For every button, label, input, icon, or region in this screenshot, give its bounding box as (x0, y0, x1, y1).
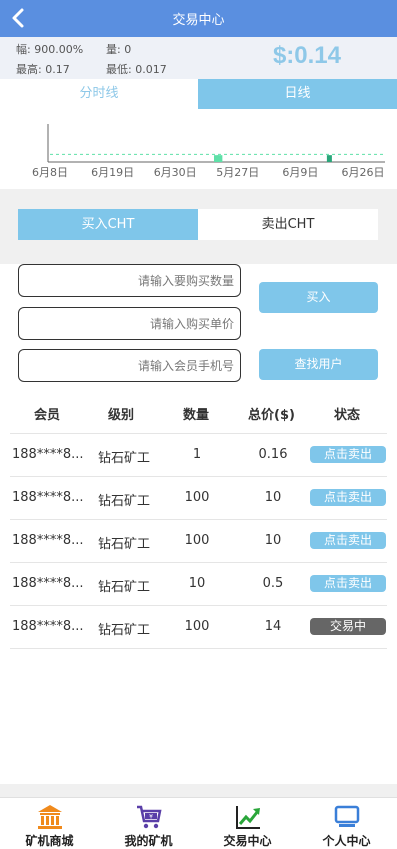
trade-tabs: 买入CHT 卖出CHT (18, 209, 378, 240)
chart-svg: 6月8日 6月19日 6月30日 5月27日 6月9日 6月26日 (32, 124, 385, 179)
unit-price-input[interactable] (18, 307, 241, 340)
page-title: 交易中心 (172, 13, 225, 28)
tab-sell[interactable]: 卖出CHT (198, 209, 378, 240)
nav-label: 交易中心 (223, 834, 272, 848)
table-row: 188****8... 钻石矿工 10 0.5 点击卖出 (10, 562, 387, 605)
x-tick-label: 6月26日 (342, 166, 385, 179)
col-header-member: 会员 (34, 408, 61, 423)
quantity-cell: 1 (192, 447, 202, 462)
member-cell: 188****8... (12, 533, 84, 548)
quantity-cell: 10 (188, 576, 206, 591)
member-cell: 188****8... (12, 619, 84, 634)
spacer (0, 189, 397, 209)
high-stat: 最高: 0.17 (16, 63, 70, 76)
sell-button[interactable]: 点击卖出 (310, 575, 386, 592)
monitor-icon (334, 805, 360, 827)
table-row: 188****8... 钻石矿工 100 10 点击卖出 (10, 519, 387, 562)
total-cell: 14 (264, 619, 282, 634)
member-cell: 188****8... (12, 576, 84, 591)
market-stats: 幅: 900.00% 量: 0 最高: 0.17 最低: 0.017 $:0.1… (0, 37, 397, 79)
low-stat: 最低: 0.017 (106, 63, 167, 76)
volume-stat: 量: 0 (106, 43, 132, 56)
x-tick-label: 6月8日 (32, 166, 68, 179)
bank-icon (38, 805, 62, 829)
chart-bar (326, 155, 332, 162)
col-header-status: 状态 (334, 408, 361, 423)
nav-trade-center[interactable]: 交易中心 (198, 798, 297, 849)
x-tick-label: 6月19日 (91, 166, 134, 179)
level-cell: 钻石矿工 (98, 580, 151, 595)
total-cell: 10 (264, 490, 282, 505)
member-phone-input[interactable] (18, 349, 241, 382)
total-cell: 0.5 (262, 576, 284, 591)
sell-button[interactable]: 点击卖出 (310, 532, 386, 549)
table-row: 188****8... 钻石矿工 100 10 点击卖出 (10, 476, 387, 519)
nav-label: 个人中心 (322, 834, 371, 848)
top-bar: 交易中心 (0, 0, 397, 37)
x-tick-label: 6月30日 (154, 166, 197, 179)
change-stat: 幅: 900.00% (16, 43, 84, 56)
quantity-input[interactable] (18, 264, 241, 297)
table-row: 188****8... 钻石矿工 1 0.16 点击卖出 (10, 433, 387, 476)
level-cell: 钻石矿工 (98, 451, 151, 466)
level-cell: 钻石矿工 (98, 623, 151, 638)
nav-my-miners[interactable]: ¥ 我的矿机 (99, 798, 198, 849)
total-cell: 10 (264, 533, 282, 548)
price-chart: 6月8日 6月19日 6月30日 5月27日 6月9日 6月26日 (0, 109, 397, 189)
x-tick-label: 5月27日 (216, 166, 259, 179)
find-user-button[interactable]: 查找用户 (259, 349, 378, 380)
quantity-cell: 100 (184, 490, 210, 505)
tab-daily[interactable]: 日线 (198, 79, 397, 109)
nav-label: 我的矿机 (124, 834, 173, 848)
trend-chart-icon (236, 806, 260, 829)
current-price: $:0.14 (272, 42, 341, 69)
bottom-nav: 矿机商城 ¥ 我的矿机 交易中心 个人中心 (0, 797, 397, 849)
nav-personal-center[interactable]: 个人中心 (297, 798, 396, 849)
member-cell: 188****8... (12, 447, 84, 462)
chart-bar (217, 155, 223, 162)
nav-miner-shop[interactable]: 矿机商城 (0, 798, 99, 849)
trading-status-badge: 交易中 (310, 618, 386, 635)
svg-text:¥: ¥ (149, 814, 153, 821)
table-divider (10, 648, 387, 649)
quantity-cell: 100 (184, 619, 210, 634)
buy-button[interactable]: 买入 (259, 282, 378, 313)
trade-panel: 买入 查找用户 会员 级别 数量 总价($) 状态 188****8... 钻石矿… (0, 264, 397, 784)
cart-icon: ¥ (137, 805, 162, 829)
sell-button[interactable]: 点击卖出 (310, 446, 386, 463)
level-cell: 钻石矿工 (98, 494, 151, 509)
table-row: 188****8... 钻石矿工 100 14 交易中 (10, 605, 387, 648)
x-tick-label: 6月9日 (282, 166, 318, 179)
chart-tabs: 分时线 日线 (0, 79, 397, 109)
tab-timeline[interactable]: 分时线 (0, 79, 198, 109)
quantity-cell: 100 (184, 533, 210, 548)
col-header-total: 总价($) (248, 408, 295, 423)
sell-button[interactable]: 点击卖出 (310, 489, 386, 506)
total-cell: 0.16 (258, 447, 288, 462)
member-cell: 188****8... (12, 490, 84, 505)
level-cell: 钻石矿工 (98, 537, 151, 552)
tab-buy[interactable]: 买入CHT (18, 209, 198, 240)
col-header-quantity: 数量 (183, 408, 210, 423)
col-header-level: 级别 (108, 408, 135, 423)
nav-label: 矿机商城 (25, 834, 74, 848)
